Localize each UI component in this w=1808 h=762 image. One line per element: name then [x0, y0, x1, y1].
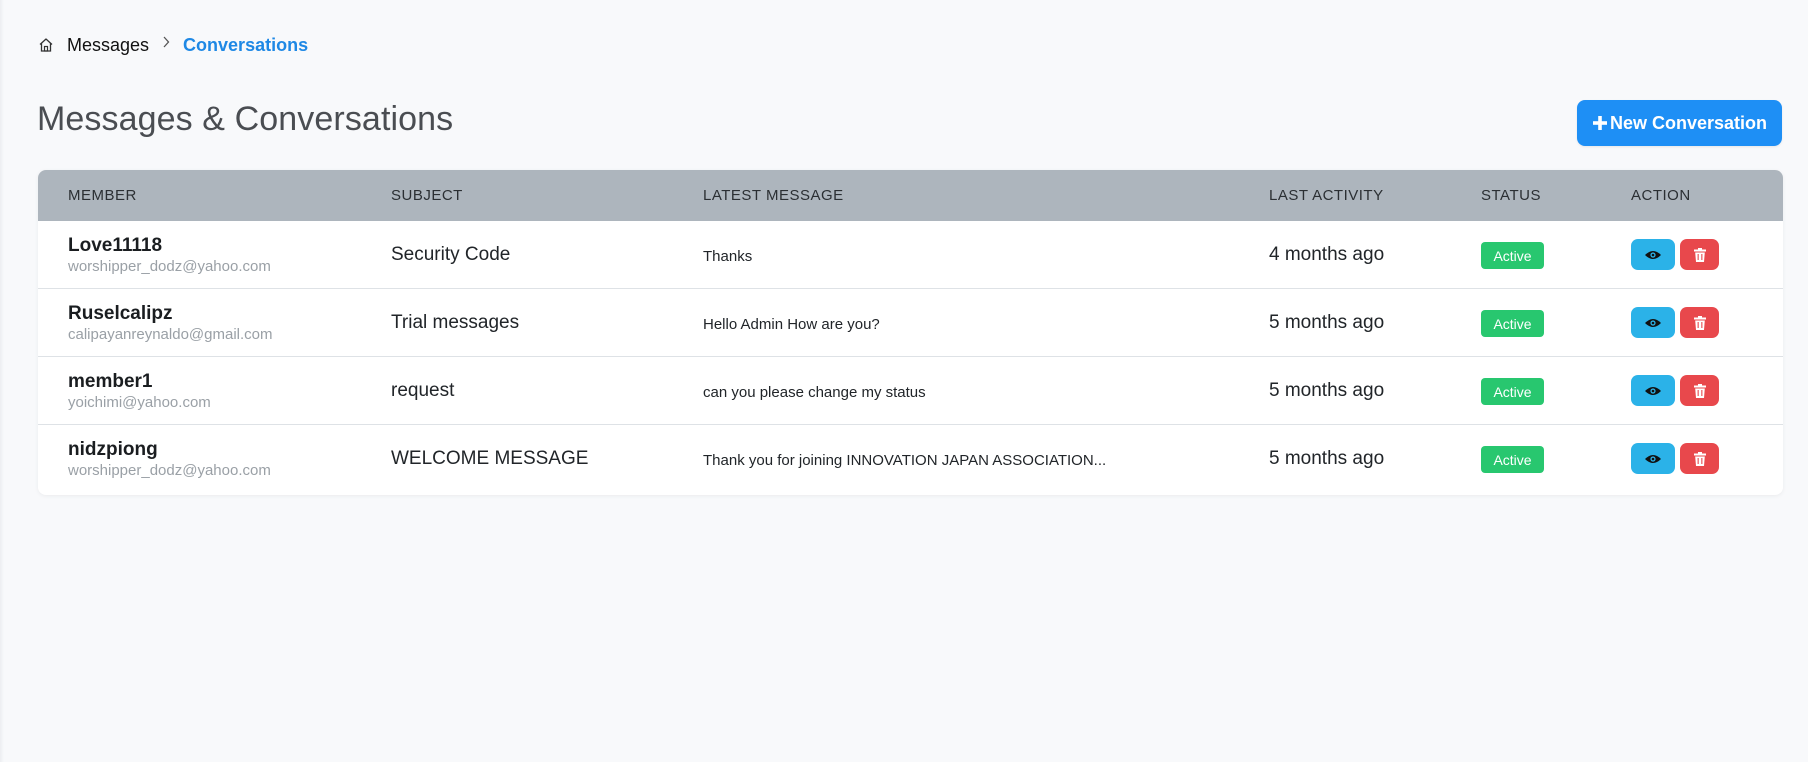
member-name: Love11118	[68, 235, 163, 256]
table-row[interactable]: member1 yoichimi@yahoo.com request can y…	[38, 357, 1783, 425]
trash-icon	[1693, 247, 1706, 262]
member-email: worshipper_dodz@yahoo.com	[68, 258, 271, 275]
eye-icon	[1644, 453, 1662, 465]
latest-message: Hello Admin How are you?	[703, 316, 880, 333]
column-header-latest-message: LATEST MESSAGE	[703, 187, 844, 204]
status-badge: Active	[1481, 310, 1544, 337]
eye-icon	[1644, 385, 1662, 397]
plus-icon	[1592, 115, 1608, 131]
member-email: calipayanreynaldo@gmail.com	[68, 326, 273, 343]
view-button[interactable]	[1631, 307, 1675, 338]
new-conversation-label: New Conversation	[1609, 112, 1768, 133]
delete-button[interactable]	[1680, 375, 1719, 406]
delete-button[interactable]	[1680, 307, 1719, 338]
status-badge: Active	[1481, 378, 1544, 405]
subject: WELCOME MESSAGE	[391, 448, 589, 469]
delete-button[interactable]	[1680, 239, 1719, 270]
view-button[interactable]	[1631, 443, 1675, 474]
column-header-last-activity: LAST ACTIVITY	[1269, 187, 1384, 204]
last-activity: 5 months ago	[1269, 448, 1385, 469]
latest-message: Thanks	[703, 248, 753, 265]
member-email: yoichimi@yahoo.com	[68, 394, 211, 411]
trash-icon	[1693, 383, 1706, 398]
view-button[interactable]	[1631, 375, 1675, 406]
eye-icon	[1644, 249, 1662, 261]
status-badge: Active	[1481, 446, 1544, 473]
column-header-status: STATUS	[1481, 187, 1541, 204]
column-header-action: ACTION	[1631, 187, 1691, 204]
member-email: worshipper_dodz@yahoo.com	[68, 462, 271, 479]
table-row[interactable]: Ruselcalipz calipayanreynaldo@gmail.com …	[38, 289, 1783, 357]
latest-message: can you please change my status	[703, 384, 926, 401]
member-name: Ruselcalipz	[68, 303, 173, 324]
last-activity: 5 months ago	[1269, 312, 1385, 333]
subject: Security Code	[391, 244, 511, 265]
page-title: Messages & Conversations	[37, 100, 454, 138]
conversations-table: MEMBER SUBJECT LATEST MESSAGE LAST ACTIV…	[38, 170, 1783, 495]
page: Messages Conversations Messages & Conver…	[0, 0, 1808, 762]
status-badge: Active	[1481, 242, 1544, 269]
home-icon[interactable]	[37, 36, 55, 54]
delete-button[interactable]	[1680, 443, 1719, 474]
table-row[interactable]: Love11118 worshipper_dodz@yahoo.com Secu…	[38, 221, 1783, 289]
chevron-right-icon	[161, 35, 171, 49]
eye-icon	[1644, 317, 1662, 329]
subject: request	[391, 380, 455, 401]
breadcrumb-messages[interactable]: Messages	[67, 35, 149, 56]
last-activity: 5 months ago	[1269, 380, 1385, 401]
column-header-member: MEMBER	[68, 187, 137, 204]
member-name: member1	[68, 371, 153, 392]
left-edge-strip	[0, 0, 4, 762]
subject: Trial messages	[391, 312, 520, 333]
latest-message: Thank you for joining INNOVATION JAPAN A…	[703, 452, 1107, 469]
member-name: nidzpiong	[68, 439, 158, 460]
new-conversation-button[interactable]: New Conversation	[1577, 100, 1782, 146]
trash-icon	[1693, 315, 1706, 330]
column-header-subject: SUBJECT	[391, 187, 463, 204]
table-header: MEMBER SUBJECT LATEST MESSAGE LAST ACTIV…	[38, 170, 1783, 221]
table-row[interactable]: nidzpiong worshipper_dodz@yahoo.com WELC…	[38, 425, 1783, 493]
breadcrumb-conversations[interactable]: Conversations	[183, 35, 308, 56]
view-button[interactable]	[1631, 239, 1675, 270]
trash-icon	[1693, 451, 1706, 466]
breadcrumb: Messages Conversations	[37, 34, 308, 56]
last-activity: 4 months ago	[1269, 244, 1385, 265]
